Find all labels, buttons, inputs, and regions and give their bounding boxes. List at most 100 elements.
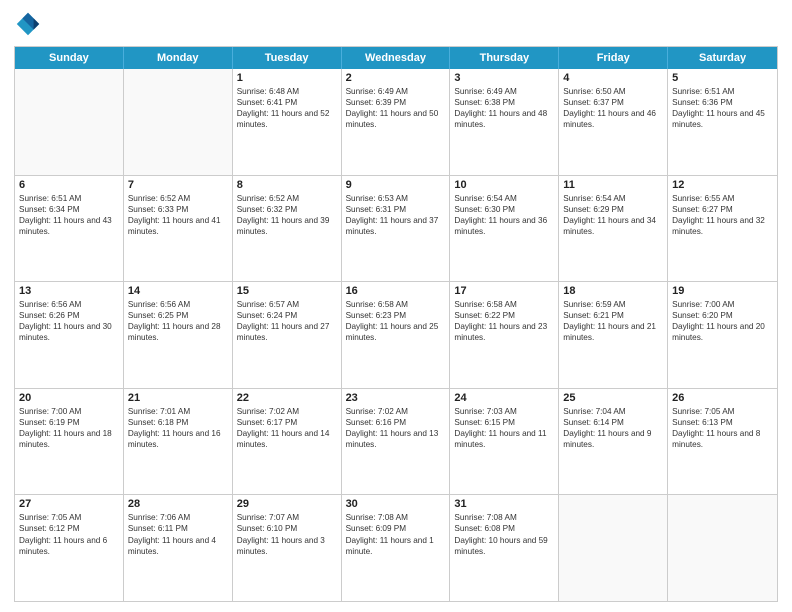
day-number: 20: [19, 392, 119, 404]
sunset-text: Sunset: 6:30 PM: [454, 204, 554, 215]
cal-cell-r0c3: 2Sunrise: 6:49 AMSunset: 6:39 PMDaylight…: [342, 69, 451, 175]
daylight-text: Daylight: 11 hours and 3 minutes.: [237, 535, 337, 557]
cal-cell-r3c4: 24Sunrise: 7:03 AMSunset: 6:15 PMDayligh…: [450, 389, 559, 495]
sunrise-text: Sunrise: 7:01 AM: [128, 406, 228, 417]
cal-cell-r4c6: [668, 495, 777, 601]
sunrise-text: Sunrise: 6:57 AM: [237, 299, 337, 310]
calendar-row-1: 6Sunrise: 6:51 AMSunset: 6:34 PMDaylight…: [15, 175, 777, 282]
cal-cell-r3c3: 23 Sunrise: 7:02 AMSunset: 6:16 PMDayligh…: [342, 389, 451, 495]
sunrise-text: Sunrise: 7:00 AM: [19, 406, 119, 417]
day-number: 12: [672, 179, 773, 191]
cal-cell-r1c1: 7Sunrise: 6:52 AMSunset: 6:33 PMDaylight…: [124, 176, 233, 282]
daylight-text: Daylight: 11 hours and 32 minutes.: [672, 215, 773, 237]
day-number: 30: [346, 498, 446, 510]
cal-cell-r3c5: 25Sunrise: 7:04 AMSunset: 6:14 PMDayligh…: [559, 389, 668, 495]
day-number: 23: [346, 392, 446, 404]
sunrise-text: Sunrise: 6:58 AM: [454, 299, 554, 310]
cal-cell-r2c1: 14Sunrise: 6:56 AMSunset: 6:25 PMDayligh…: [124, 282, 233, 388]
cal-cell-r1c4: 10Sunrise: 6:54 AMSunset: 6:30 PMDayligh…: [450, 176, 559, 282]
daylight-text: Daylight: 11 hours and 48 minutes.: [454, 108, 554, 130]
sunrise-text: Sunrise: 6:51 AM: [19, 193, 119, 204]
sunrise-text: Sunrise: 7:02 AM: [237, 406, 337, 417]
sunrise-text: Sunrise: 7:08 AM: [346, 512, 446, 523]
daylight-text: Daylight: 11 hours and 50 minutes.: [346, 108, 446, 130]
header-day-tuesday: Tuesday: [233, 47, 342, 69]
cal-cell-r2c6: 19Sunrise: 7:00 AMSunset: 6:20 PMDayligh…: [668, 282, 777, 388]
sunset-text: Sunset: 6:31 PM: [346, 204, 446, 215]
cal-cell-r1c2: 8Sunrise: 6:52 AMSunset: 6:32 PMDaylight…: [233, 176, 342, 282]
daylight-text: Daylight: 11 hours and 27 minutes.: [237, 321, 337, 343]
calendar-body: 1Sunrise: 6:48 AMSunset: 6:41 PMDaylight…: [15, 69, 777, 601]
daylight-text: Daylight: 11 hours and 6 minutes.: [19, 535, 119, 557]
cal-cell-r4c4: 31 Sunrise: 7:08 AMSunset: 6:08 PMDayligh…: [450, 495, 559, 601]
sunset-text: Sunset: 6:08 PM: [454, 523, 554, 534]
daylight-text: Daylight: 11 hours and 14 minutes.: [237, 428, 337, 450]
sunrise-text: Sunrise: 6:54 AM: [454, 193, 554, 204]
daylight-text: Daylight: 11 hours and 52 minutes.: [237, 108, 337, 130]
sunrise-text: Sunrise: 7:06 AM: [128, 512, 228, 523]
sunrise-text: Sunrise: 7:05 AM: [19, 512, 119, 523]
day-number: 3: [454, 72, 554, 84]
calendar-row-4: 27Sunrise: 7:05 AMSunset: 6:12 PMDayligh…: [15, 494, 777, 601]
day-number: 18: [563, 285, 663, 297]
daylight-text: Daylight: 11 hours and 9 minutes.: [563, 428, 663, 450]
day-number: 2: [346, 72, 446, 84]
sunset-text: Sunset: 6:20 PM: [672, 310, 773, 321]
sunset-text: Sunset: 6:16 PM: [346, 417, 446, 428]
sunset-text: Sunset: 6:09 PM: [346, 523, 446, 534]
sunrise-text: Sunrise: 6:56 AM: [19, 299, 119, 310]
header-day-sunday: Sunday: [15, 47, 124, 69]
cal-cell-r2c4: 17Sunrise: 6:58 AMSunset: 6:22 PMDayligh…: [450, 282, 559, 388]
day-number: 8: [237, 179, 337, 191]
sunrise-text: Sunrise: 6:51 AM: [672, 86, 773, 97]
day-number: 1: [237, 72, 337, 84]
day-number: 7: [128, 179, 228, 191]
page: SundayMondayTuesdayWednesdayThursdayFrid…: [0, 0, 792, 612]
sunset-text: Sunset: 6:25 PM: [128, 310, 228, 321]
sunrise-text: Sunrise: 6:49 AM: [454, 86, 554, 97]
calendar-row-3: 20Sunrise: 7:00 AMSunset: 6:19 PMDayligh…: [15, 388, 777, 495]
daylight-text: Daylight: 11 hours and 25 minutes.: [346, 321, 446, 343]
day-number: 21: [128, 392, 228, 404]
day-number: 31: [454, 498, 554, 510]
sunset-text: Sunset: 6:13 PM: [672, 417, 773, 428]
day-number: 28: [128, 498, 228, 510]
day-number: 25: [563, 392, 663, 404]
sunrise-text: Sunrise: 6:55 AM: [672, 193, 773, 204]
day-number: 15: [237, 285, 337, 297]
header: [14, 10, 778, 38]
cal-cell-r3c6: 26Sunrise: 7:05 AMSunset: 6:13 PMDayligh…: [668, 389, 777, 495]
sunrise-text: Sunrise: 7:08 AM: [454, 512, 554, 523]
sunset-text: Sunset: 6:17 PM: [237, 417, 337, 428]
sunset-text: Sunset: 6:18 PM: [128, 417, 228, 428]
daylight-text: Daylight: 11 hours and 16 minutes.: [128, 428, 228, 450]
header-day-saturday: Saturday: [668, 47, 777, 69]
daylight-text: Daylight: 11 hours and 28 minutes.: [128, 321, 228, 343]
daylight-text: Daylight: 10 hours and 59 minutes.: [454, 535, 554, 557]
sunrise-text: Sunrise: 6:56 AM: [128, 299, 228, 310]
day-number: 10: [454, 179, 554, 191]
day-number: 19: [672, 285, 773, 297]
cal-cell-r1c6: 12Sunrise: 6:55 AMSunset: 6:27 PMDayligh…: [668, 176, 777, 282]
day-number: 22: [237, 392, 337, 404]
sunset-text: Sunset: 6:22 PM: [454, 310, 554, 321]
sunrise-text: Sunrise: 6:48 AM: [237, 86, 337, 97]
calendar-row-0: 1Sunrise: 6:48 AMSunset: 6:41 PMDaylight…: [15, 69, 777, 175]
cal-cell-r4c1: 28Sunrise: 7:06 AMSunset: 6:11 PMDayligh…: [124, 495, 233, 601]
sunrise-text: Sunrise: 7:03 AM: [454, 406, 554, 417]
calendar-header: SundayMondayTuesdayWednesdayThursdayFrid…: [15, 47, 777, 69]
cal-cell-r3c2: 22 Sunrise: 7:02 AMSunset: 6:17 PMDayligh…: [233, 389, 342, 495]
day-number: 29: [237, 498, 337, 510]
daylight-text: Daylight: 11 hours and 18 minutes.: [19, 428, 119, 450]
daylight-text: Daylight: 11 hours and 41 minutes.: [128, 215, 228, 237]
sunset-text: Sunset: 6:36 PM: [672, 97, 773, 108]
sunrise-text: Sunrise: 6:52 AM: [237, 193, 337, 204]
daylight-text: Daylight: 11 hours and 13 minutes.: [346, 428, 446, 450]
daylight-text: Daylight: 11 hours and 21 minutes.: [563, 321, 663, 343]
daylight-text: Daylight: 11 hours and 45 minutes.: [672, 108, 773, 130]
cal-cell-r0c6: 5Sunrise: 6:51 AMSunset: 6:36 PMDaylight…: [668, 69, 777, 175]
cal-cell-r2c5: 18Sunrise: 6:59 AMSunset: 6:21 PMDayligh…: [559, 282, 668, 388]
sunrise-text: Sunrise: 7:02 AM: [346, 406, 446, 417]
cal-cell-r4c5: [559, 495, 668, 601]
daylight-text: Daylight: 11 hours and 37 minutes.: [346, 215, 446, 237]
